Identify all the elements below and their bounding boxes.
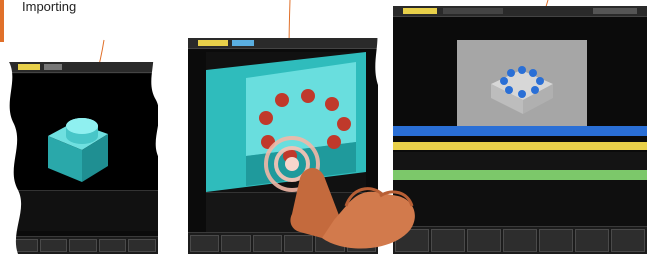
touch-gesture — [264, 136, 415, 249]
pointing-hand-icon — [290, 167, 415, 249]
